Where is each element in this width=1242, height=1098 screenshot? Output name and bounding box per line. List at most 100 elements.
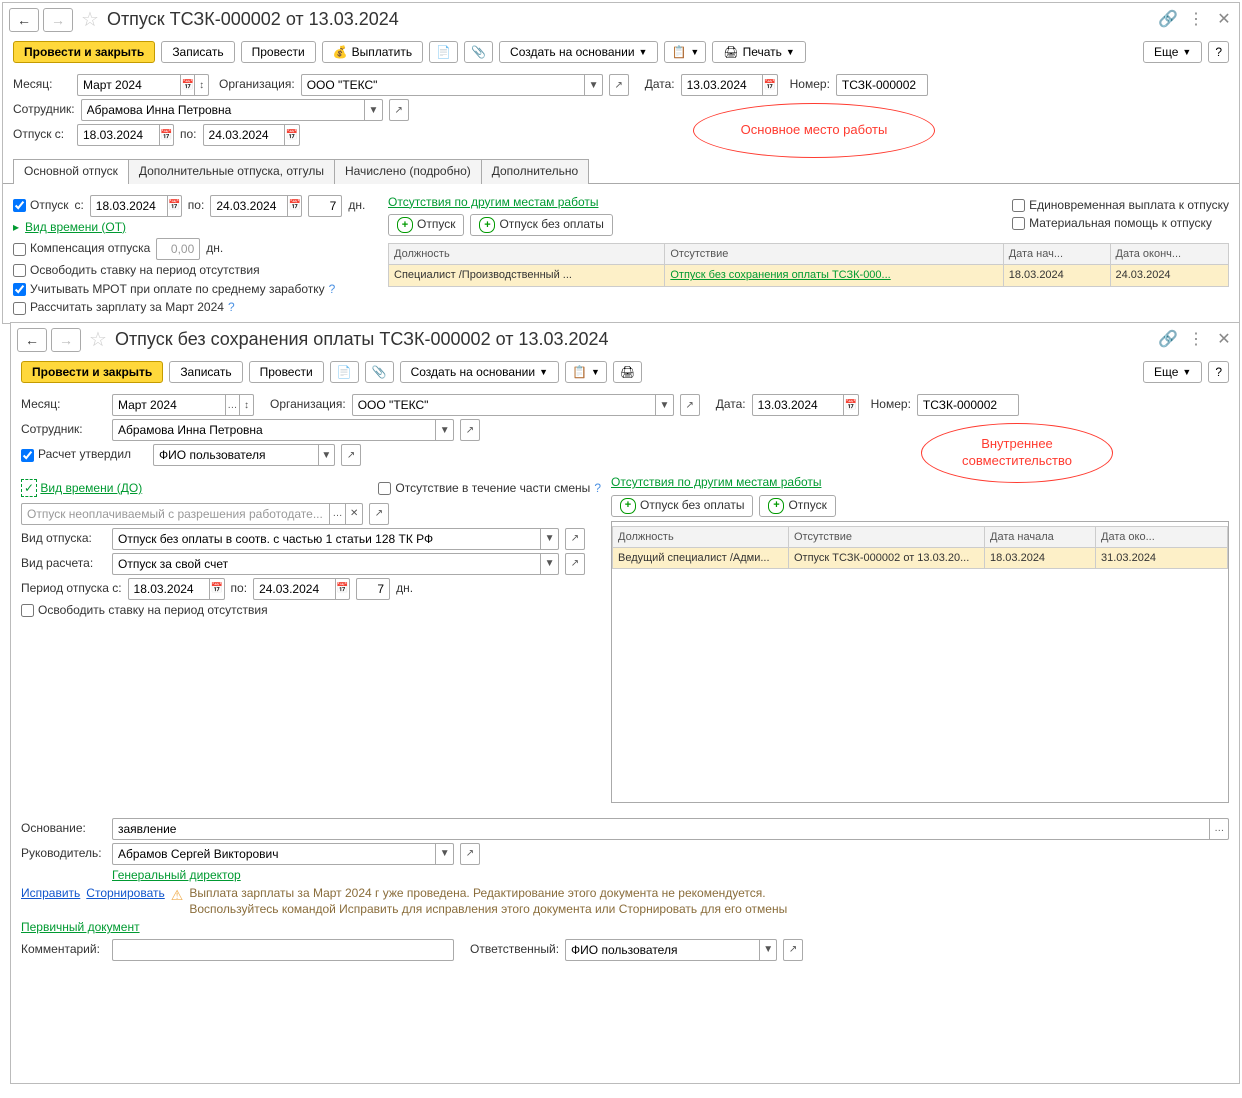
post-close-button[interactable]: Провести и закрыть xyxy=(13,41,155,63)
doc-icon[interactable]: 📄 xyxy=(330,361,359,383)
num-field[interactable] xyxy=(836,74,928,96)
emp-open[interactable]: ↗ xyxy=(460,419,480,441)
approved-checkbox[interactable]: Расчет утвердил xyxy=(21,447,131,463)
lump-checkbox[interactable]: Единовременная выплата к отпуску xyxy=(1012,198,1229,214)
org-open[interactable]: ↗ xyxy=(680,394,700,416)
create-based-button[interactable]: Создать на основании ▼ xyxy=(400,361,559,383)
num-field[interactable] xyxy=(917,394,1019,416)
approved-open[interactable]: ↗ xyxy=(341,444,361,466)
close-icon[interactable]: ✕ xyxy=(1215,331,1233,349)
help-button[interactable]: ? xyxy=(1208,361,1229,383)
mgr-open[interactable]: ↗ xyxy=(460,843,480,865)
menu-icon[interactable]: ⋮ xyxy=(1187,331,1205,349)
nav-fwd[interactable]: → xyxy=(43,8,73,32)
clip-icon[interactable]: 📎 xyxy=(464,41,493,63)
calc-type-field[interactable]: ▼ xyxy=(112,553,559,575)
org-field[interactable]: ▼ xyxy=(352,394,674,416)
days-field[interactable] xyxy=(308,195,342,217)
month-field[interactable]: …↕ xyxy=(112,394,254,416)
org-field[interactable]: ▼ xyxy=(301,74,603,96)
kind-link[interactable]: ✓ Вид времени (ДО) xyxy=(21,481,142,497)
release-checkbox[interactable]: Освободить ставку на период отсутствия xyxy=(13,263,378,279)
mrot-checkbox[interactable]: Учитывать МРОТ при оплате по среднему за… xyxy=(13,282,378,298)
print-button[interactable]: 🖨 Печать ▼ xyxy=(712,41,805,63)
release-checkbox[interactable]: Освободить ставку на период отсутствия xyxy=(21,603,601,619)
star-icon[interactable]: ☆ xyxy=(81,7,99,33)
comp-checkbox[interactable]: Компенсация отпуска xyxy=(13,241,150,257)
mat-checkbox[interactable]: Материальная помощь к отпуску xyxy=(1012,216,1229,232)
pane-date-from[interactable]: 📅 xyxy=(90,195,182,217)
more-button[interactable]: Еще ▼ xyxy=(1143,41,1202,63)
kind-link[interactable]: ▸ Вид времени (ОТ) xyxy=(13,220,378,236)
emp-label: Сотрудник: xyxy=(21,422,106,438)
link-icon[interactable]: 🔗 xyxy=(1159,331,1177,349)
period-to-field[interactable]: 📅 xyxy=(253,578,350,600)
nav-back[interactable]: ← xyxy=(17,328,47,352)
vac-type-field[interactable]: ▼ xyxy=(112,528,559,550)
month-label: Месяц: xyxy=(21,397,106,413)
basis-field[interactable]: … xyxy=(112,818,1229,840)
add-unpaid-button[interactable]: +Отпуск без оплаты xyxy=(470,214,612,236)
clip-icon[interactable]: 📎 xyxy=(365,361,394,383)
calc-checkbox[interactable]: Рассчитать зарплату за Март 2024 ? xyxy=(13,300,378,316)
copy-icon[interactable]: 📋 ▼ xyxy=(565,361,607,383)
pane-date-to[interactable]: 📅 xyxy=(210,195,302,217)
emp-field[interactable]: ▼ xyxy=(81,99,383,121)
date-to-field[interactable]: 📅 xyxy=(203,124,300,146)
vac-type-open[interactable]: ↗ xyxy=(565,528,585,550)
print-icon[interactable]: 🖨 xyxy=(613,361,642,383)
approved-by-field[interactable]: ▼ xyxy=(153,444,335,466)
emp-open[interactable]: ↗ xyxy=(389,99,409,121)
add-unpaid-button[interactable]: +Отпуск без оплаты xyxy=(611,495,753,517)
absences-link[interactable]: Отсутствия по другим местам работы xyxy=(611,475,821,489)
nav-back[interactable]: ← xyxy=(9,8,39,32)
tab-calc[interactable]: Начислено (подробно) xyxy=(334,159,482,184)
primary-doc-link[interactable]: Первичный документ xyxy=(21,920,140,936)
menu-icon[interactable]: ⋮ xyxy=(1187,11,1205,29)
date-field[interactable]: 📅 xyxy=(752,394,859,416)
resp-field[interactable]: ▼ xyxy=(565,939,777,961)
vacation-checkbox[interactable]: Отпуск xyxy=(13,198,68,214)
org-open[interactable]: ↗ xyxy=(609,74,629,96)
to-label: по: xyxy=(180,127,197,143)
absences-table[interactable]: ДолжностьОтсутствиеДата нач...Дата оконч… xyxy=(388,243,1229,287)
save-button[interactable]: Записать xyxy=(169,361,242,383)
tab-extra[interactable]: Дополнительные отпуска, отгулы xyxy=(128,159,335,184)
add-vacation-button[interactable]: +Отпуск xyxy=(388,214,464,236)
nav-fwd[interactable]: → xyxy=(51,328,81,352)
pay-button[interactable]: 💰Выплатить xyxy=(322,41,423,63)
kind-open[interactable]: ↗ xyxy=(369,503,389,525)
post-close-button[interactable]: Провести и закрыть xyxy=(21,361,163,383)
tab-addl[interactable]: Дополнительно xyxy=(481,159,589,184)
star-icon[interactable]: ☆ xyxy=(89,327,107,353)
date-field[interactable]: 📅 xyxy=(681,74,778,96)
basis-label: Основание: xyxy=(21,821,106,837)
close-icon[interactable]: ✕ xyxy=(1215,11,1233,29)
month-field[interactable]: 📅↕ xyxy=(77,74,209,96)
add-vacation-button[interactable]: +Отпуск xyxy=(759,495,835,517)
link-icon[interactable]: 🔗 xyxy=(1159,11,1177,29)
mgr-pos-link[interactable]: Генеральный директор xyxy=(112,868,241,884)
emp-field[interactable]: ▼ xyxy=(112,419,454,441)
absences-table[interactable]: ДолжностьОтсутствиеДата началаДата око..… xyxy=(612,526,1228,570)
storno-link[interactable]: Сторнировать xyxy=(86,886,164,902)
resp-open[interactable]: ↗ xyxy=(783,939,803,961)
days-field[interactable] xyxy=(356,578,390,600)
post-button[interactable]: Провести xyxy=(249,361,324,383)
calc-type-open[interactable]: ↗ xyxy=(565,553,585,575)
date-from-field[interactable]: 📅 xyxy=(77,124,174,146)
more-button[interactable]: Еще ▼ xyxy=(1143,361,1202,383)
absences-link[interactable]: Отсутствия по другим местам работы xyxy=(388,195,598,209)
comment-field[interactable] xyxy=(112,939,454,961)
save-button[interactable]: Записать xyxy=(161,41,234,63)
help-button[interactable]: ? xyxy=(1208,41,1229,63)
post-button[interactable]: Провести xyxy=(241,41,316,63)
create-based-button[interactable]: Создать на основании ▼ xyxy=(499,41,658,63)
tab-main[interactable]: Основной отпуск xyxy=(13,159,129,184)
period-from-field[interactable]: 📅 xyxy=(128,578,225,600)
fix-link[interactable]: Исправить xyxy=(21,886,80,902)
part-shift-checkbox[interactable]: Отсутствие в течение части смены ? xyxy=(378,481,601,497)
doc-icon[interactable]: 📄 xyxy=(429,41,458,63)
copy-icon[interactable]: 📋 ▼ xyxy=(664,41,706,63)
mgr-field[interactable]: ▼ xyxy=(112,843,454,865)
